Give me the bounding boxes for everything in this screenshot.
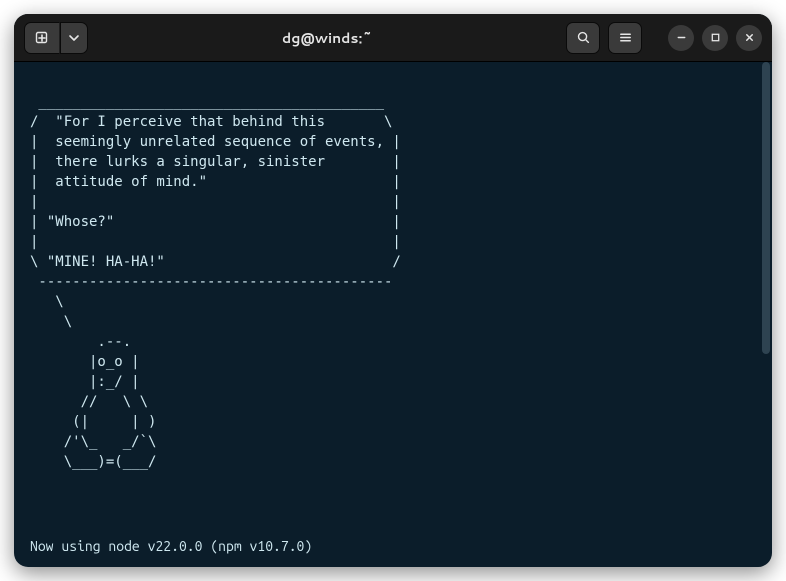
scrollbar[interactable] [762,62,770,565]
search-icon [576,30,591,45]
menu-button[interactable] [608,22,642,54]
titlebar-left-group [24,22,88,54]
minimize-button[interactable] [668,25,694,51]
maximize-button[interactable] [702,25,728,51]
titlebar-right-group [566,22,762,54]
maximize-icon [710,32,721,43]
nvm-status-line: Now using node v22.0.0 (npm v10.7.0) [30,536,758,556]
cowsay-output: ________________________________________… [30,92,758,472]
close-icon [744,32,755,43]
close-button[interactable] [736,25,762,51]
terminal-window: dg@winds:~ [14,14,772,567]
new-tab-button[interactable] [24,22,60,54]
search-button[interactable] [566,22,600,54]
chevron-down-icon [68,32,80,44]
window-title: dg@winds:~ [94,28,560,48]
new-tab-dropdown[interactable] [60,22,88,54]
hamburger-icon [618,30,633,45]
titlebar: dg@winds:~ [14,14,772,62]
scrollbar-thumb[interactable] [762,62,770,354]
terminal-body[interactable]: ________________________________________… [14,62,772,567]
minimize-icon [676,32,687,43]
new-tab-icon [34,30,50,46]
spacer-line [30,492,758,512]
